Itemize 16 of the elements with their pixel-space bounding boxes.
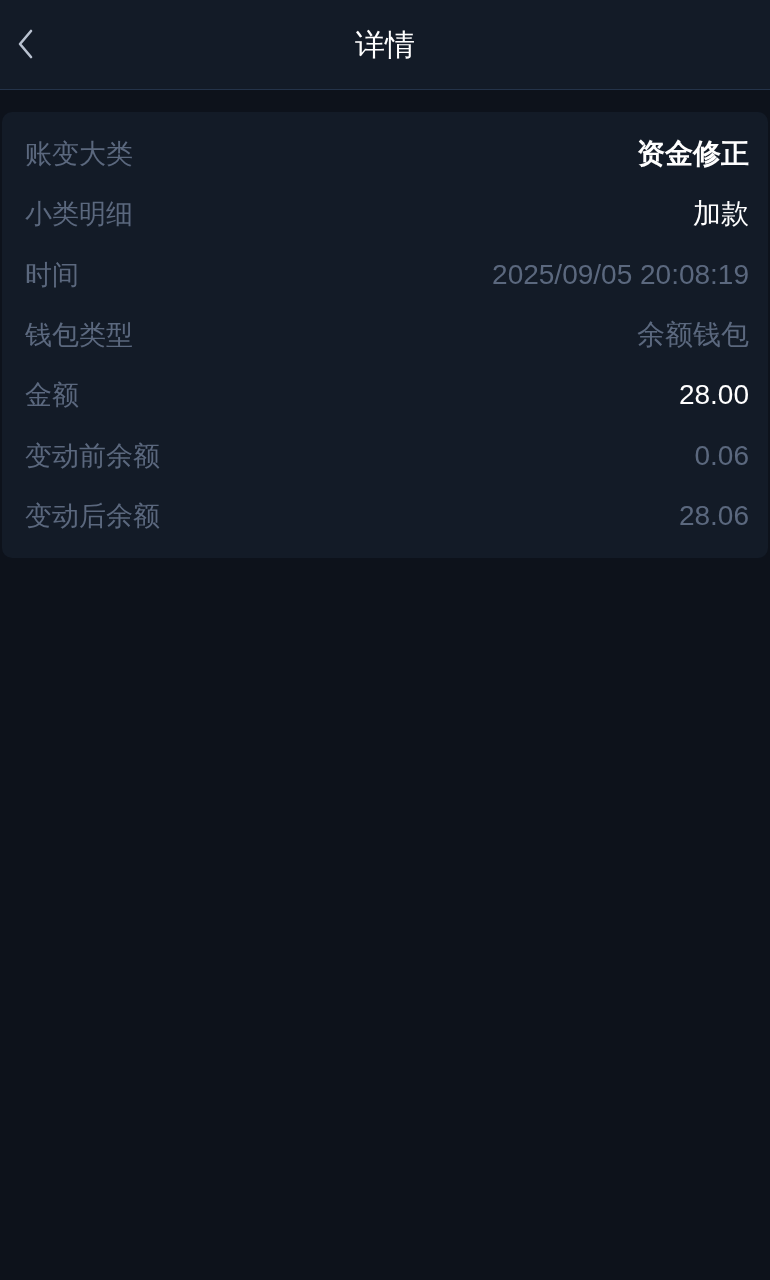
detail-value: 0.06 (694, 439, 749, 472)
detail-value: 余额钱包 (637, 319, 749, 352)
detail-label: 金额 (25, 379, 79, 412)
back-chevron-icon (17, 29, 33, 59)
detail-label: 时间 (25, 258, 79, 291)
detail-value: 加款 (693, 198, 749, 231)
detail-label: 变动后余额 (25, 499, 160, 532)
page-title: 详情 (355, 26, 415, 63)
detail-value: 2025/09/05 20:08:19 (492, 258, 749, 291)
detail-value: 28.00 (678, 379, 749, 412)
detail-value: 资金修正 (637, 138, 749, 171)
detail-label: 小类明细 (25, 198, 133, 231)
detail-label: 变动前余额 (25, 439, 160, 472)
detail-label: 钱包类型 (25, 319, 133, 352)
detail-value: 28.06 (678, 499, 749, 532)
detail-label: 账变大类 (25, 138, 133, 171)
